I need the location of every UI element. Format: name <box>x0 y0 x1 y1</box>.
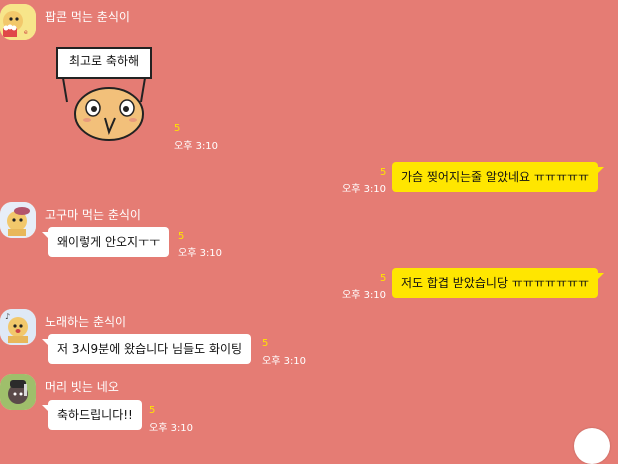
sender-name: 팝콘 먹는 춘식이 <box>45 10 130 24</box>
message-time: 오후 3:10 <box>342 290 387 301</box>
sender-name: 노래하는 춘식이 <box>45 315 127 329</box>
svg-text:♪: ♪ <box>5 312 10 321</box>
congrats-sticker[interactable]: 최고로 축하해 <box>49 38 159 148</box>
message-time: 오후 3:10 <box>174 141 219 152</box>
message-time: 오후 3:10 <box>149 423 194 434</box>
unread-count: 5 <box>178 231 185 242</box>
chunsik-popcorn-avatar-icon[interactable]: e <box>0 4 36 40</box>
message-bubble[interactable]: 저 3시9분에 왔습니다 님들도 화이팅 <box>41 334 252 364</box>
message-time: 오후 3:10 <box>342 184 387 195</box>
my-message-bubble[interactable]: 가슴 찢어지는줄 알았네요 ㅠㅠㅠㅠㅠ <box>392 162 605 192</box>
unread-count: 5 <box>262 338 269 349</box>
message-time: 오후 3:10 <box>178 248 223 259</box>
sticker-text: 최고로 축하해 <box>68 54 140 68</box>
my-message-bubble[interactable]: 저도 합겹 받았습니당 ㅠㅠㅠㅠㅠㅠㅠ <box>392 268 605 298</box>
message-time: 오후 3:10 <box>262 356 307 367</box>
sender-name: 고구마 먹는 춘식이 <box>45 208 141 222</box>
message-bubble[interactable]: 축하드립니다!! <box>42 400 142 430</box>
neo-brushing-avatar-icon[interactable] <box>0 374 36 410</box>
unread-count: 5 <box>149 405 156 416</box>
scroll-down-button[interactable] <box>574 428 610 464</box>
chunsik-sweetpotato-avatar-icon[interactable] <box>0 202 36 238</box>
unread-count: 5 <box>380 167 387 178</box>
chunsik-singing-avatar-icon[interactable]: ♪ <box>0 309 36 345</box>
svg-text:e: e <box>24 29 28 36</box>
unread-count: 5 <box>380 273 387 284</box>
message-bubble[interactable]: 왜이렇게 안오지ㅜㅜ <box>41 227 170 257</box>
unread-count: 5 <box>174 123 181 134</box>
sender-name: 머리 빗는 네오 <box>45 380 119 394</box>
